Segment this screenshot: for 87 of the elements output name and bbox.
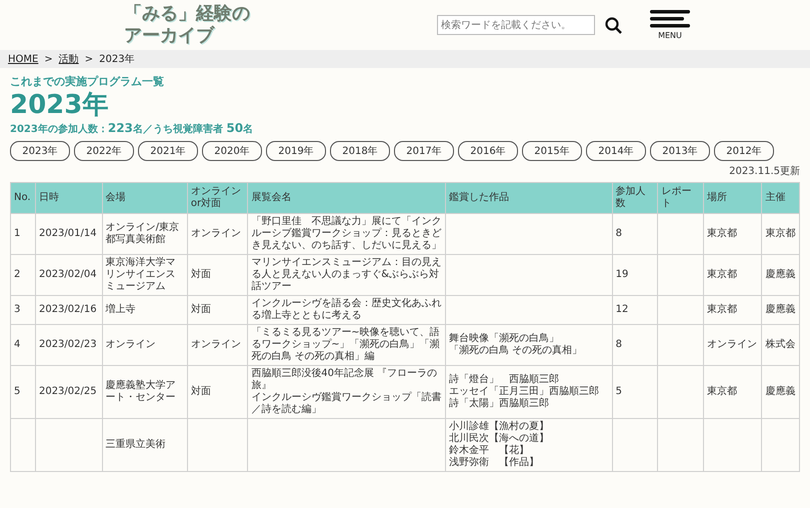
- column-header: 参加人数: [612, 182, 658, 214]
- year-link[interactable]: 2021年: [138, 141, 198, 161]
- column-header: 展覧会名: [248, 182, 446, 214]
- table-cell: 慶應義: [762, 254, 800, 296]
- year-link[interactable]: 2018年: [330, 141, 390, 161]
- table-cell: 2023/02/16: [35, 296, 102, 324]
- table-cell: オンライン: [704, 324, 762, 366]
- column-header: No.: [10, 182, 36, 214]
- breadcrumb-current: 2023年: [99, 53, 135, 66]
- year-link[interactable]: 2016年: [458, 141, 518, 161]
- column-header: 場所: [704, 182, 762, 214]
- table-cell: 東京都: [704, 296, 762, 324]
- column-header: 鑑賞した作品: [446, 182, 612, 214]
- year-link[interactable]: 2014年: [586, 141, 646, 161]
- table-cell: 「ミるミる見るツアー~映像を聴いて、語るワークショップ~」「瀕死の白鳥」「瀕死の白鳥 その死の真相」編: [248, 324, 446, 366]
- year-link[interactable]: 2019年: [266, 141, 326, 161]
- table-cell: 2023/02/04: [35, 254, 102, 296]
- year-link[interactable]: 2013年: [650, 141, 710, 161]
- table-cell: 2023/02/23: [35, 324, 102, 366]
- breadcrumb-separator: >: [44, 54, 53, 64]
- table-cell: 対面: [187, 296, 248, 324]
- cell-line: 小川診雄【漁村の夏】: [449, 421, 550, 432]
- table-cell: 4: [10, 324, 36, 366]
- table-cell: 12: [612, 296, 658, 324]
- table-cell: 対面: [187, 366, 248, 418]
- updated-date: 2023.11.5更新: [729, 164, 800, 178]
- table-cell: オンライン: [187, 214, 248, 254]
- cell-line: 西脇順三郎没後40年記念展 『フローラの旅』: [251, 368, 438, 392]
- breadcrumb-link[interactable]: HOME: [8, 54, 38, 64]
- column-header: オンライン or対面: [187, 182, 248, 214]
- table-cell: 慶應義: [762, 366, 800, 418]
- search-field[interactable]: 検索ワードを記載ください。: [437, 15, 595, 35]
- table-cell: 東京都: [704, 214, 762, 254]
- menu-label: MENU: [658, 31, 682, 40]
- cell-line: 「瀕死の白鳥 その死の真相」: [449, 345, 584, 357]
- year-link[interactable]: 2015年: [522, 141, 582, 161]
- site-logo[interactable]: 「みる」経験の アーカイブ: [124, 3, 250, 47]
- search-icon[interactable]: [605, 16, 622, 34]
- table-cell: オンライン: [102, 324, 188, 366]
- table-cell: 三重県立美術: [102, 418, 188, 472]
- table-cell: 対面: [187, 254, 248, 296]
- table-cell: オンライン: [187, 324, 248, 366]
- table-cell: マリンサイエンスミュージアム：目の見える人と見えない人のまっすぐ&ぶらぶら対話ツアー: [248, 254, 446, 296]
- cell-line: 詩「燈台」 西脇順三郎: [449, 374, 560, 386]
- table-cell: 2: [10, 254, 36, 296]
- year-link[interactable]: 2022年: [74, 141, 134, 161]
- section-label: これまでの実施プログラム一覧: [10, 74, 165, 89]
- table-cell: 19: [612, 254, 658, 296]
- page-heading: 2023年: [10, 89, 110, 121]
- column-header: 会場: [102, 182, 188, 214]
- table-cell: 3: [10, 296, 36, 324]
- cell-line: エッセイ「正月三田」西脇順三郎: [449, 386, 600, 398]
- table-cell: 慶應義塾大学アート・センター: [102, 366, 188, 418]
- table-cell: オンライン/東京都写真美術館: [102, 214, 188, 254]
- table-cell: 東京都: [704, 254, 762, 296]
- year-link[interactable]: 2023年: [10, 141, 70, 161]
- menu-icon[interactable]: [650, 10, 690, 28]
- table-cell: 株式会: [762, 324, 800, 366]
- table-cell: 東京海洋大学マリンサイエンスミュージアム: [102, 254, 188, 296]
- cell-line: 詩「太陽」西脇順三郎: [449, 398, 550, 410]
- table-cell: 8: [612, 324, 658, 366]
- cell-line: インクルーシヴ鑑賞ワークショップ「読書／詩を読む編」: [251, 392, 442, 416]
- table-cell: インクルーシヴを語る会：歴史文化あふれる増上寺とともに考える: [248, 296, 446, 324]
- table-cell: 「野口里佳 不思議な力」展にて「インクルーシブ鑑賞ワークショップ：見るときどき見えない、のち話す、しだいに見える」: [248, 214, 446, 254]
- table-cell: 2023/01/14: [35, 214, 102, 254]
- year-link[interactable]: 2017年: [394, 141, 454, 161]
- table-cell: 慶應義: [762, 296, 800, 324]
- table-cell: 1: [10, 214, 36, 254]
- participant-stats: 2023年の参加人数：223名／うち視覚障害者 50名: [10, 121, 254, 136]
- table-cell: 増上寺: [102, 296, 188, 324]
- cell-line: 鈴木金平 【花】: [449, 445, 530, 456]
- table-cell: 5: [10, 366, 36, 418]
- column-header: 日時: [35, 182, 102, 214]
- table-cell: 8: [612, 214, 658, 254]
- column-header: 主催: [762, 182, 800, 214]
- cell-line: 浅野弥衛 【作品】: [449, 457, 540, 469]
- column-header: レポート: [658, 182, 704, 214]
- table-cell: 5: [612, 366, 658, 418]
- table-cell: 2023/02/25: [35, 366, 102, 418]
- breadcrumb-separator: >: [84, 54, 94, 64]
- year-link[interactable]: 2012年: [714, 141, 774, 161]
- breadcrumb-link[interactable]: 活動: [58, 52, 79, 66]
- cell-line: 北川民次【海への道】: [449, 433, 550, 444]
- table-cell: 東京都: [704, 366, 762, 418]
- year-link[interactable]: 2020年: [202, 141, 262, 161]
- table-cell: 東京都: [762, 214, 800, 254]
- cell-line: 舞台映像「瀕死の白鳥」: [449, 333, 560, 344]
